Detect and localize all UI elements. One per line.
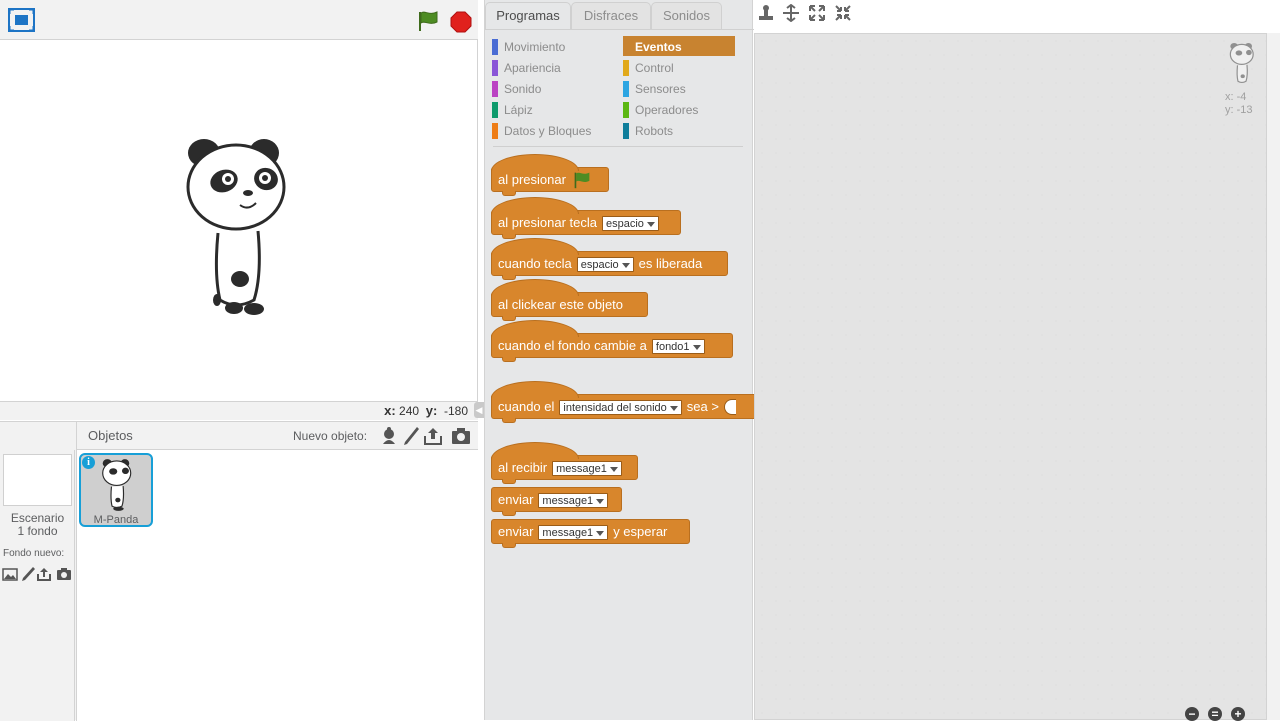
category-robots[interactable]: Robots <box>623 120 733 140</box>
upload-backdrop-icon[interactable] <box>36 566 52 582</box>
category-sound[interactable]: Sonido <box>492 78 602 98</box>
stage-thumbnail[interactable] <box>3 454 72 506</box>
block-when-backdrop-switches[interactable]: cuando el fondo cambie a fondo1 <box>491 320 733 362</box>
message-dropdown[interactable]: message1 <box>538 492 609 508</box>
scripts-area[interactable]: x: -4 y: -13 − = + <box>754 33 1267 721</box>
tab-sounds[interactable]: Sonidos <box>651 2 722 29</box>
category-divider <box>493 146 743 147</box>
block-when-sensor-greater[interactable]: cuando el intensidad del sonido sea > <box>491 381 755 423</box>
block-broadcast-and-wait[interactable]: enviar message1 y esperar <box>491 519 690 548</box>
stage-coordinates-bar: x: 240 y: -180 <box>0 401 478 420</box>
mouse-coordinates: x: 240 y: -180 <box>384 403 468 418</box>
delete-scissors-icon[interactable] <box>782 4 800 22</box>
backdrop-library-icon[interactable] <box>2 566 18 582</box>
paint-sprite-icon[interactable] <box>401 426 421 446</box>
tab-scripts[interactable]: Programas <box>485 2 571 30</box>
category-control[interactable]: Control <box>623 57 733 77</box>
shrink-icon[interactable] <box>834 4 852 22</box>
sensor-dropdown[interactable]: intensidad del sonido <box>559 399 682 415</box>
block-when-i-receive[interactable]: al recibir message1 <box>491 442 638 484</box>
blocks-palette-area: Programas Disfraces Sonidos Movimiento A… <box>484 0 755 720</box>
block-when-flag-clicked[interactable]: al presionar <box>491 154 609 196</box>
block-label: al presionar <box>498 172 566 187</box>
block-when-sprite-clicked[interactable]: al clickear este objeto <box>491 279 648 321</box>
value-input[interactable] <box>723 399 736 415</box>
category-pen[interactable]: Lápiz <box>492 99 602 119</box>
scripts-scrollbar[interactable] <box>1267 33 1280 720</box>
duplicate-stamp-icon[interactable] <box>757 4 775 22</box>
sprite-library-icon[interactable] <box>379 426 399 446</box>
backdrop-dropdown[interactable]: fondo1 <box>651 338 705 354</box>
category-sensing[interactable]: Sensores <box>623 78 733 98</box>
sprite-info-icon[interactable]: i <box>82 456 95 469</box>
y-value: -180 <box>443 404 468 418</box>
new-sprite-label: Nuevo objeto: <box>293 429 368 443</box>
tab-costumes[interactable]: Disfraces <box>571 2 651 29</box>
block-label: al recibir <box>498 460 548 475</box>
panda-sprite-image[interactable] <box>182 135 292 320</box>
x-label: x: <box>384 403 396 418</box>
category-operators[interactable]: Operadores <box>623 99 733 119</box>
block-label: y esperar <box>613 524 668 539</box>
green-flag-icon[interactable] <box>416 10 440 32</box>
current-sprite-thumbnail <box>1229 42 1254 84</box>
tab-divider <box>485 29 754 30</box>
stage-canvas[interactable] <box>0 40 478 401</box>
sprites-list: i M-Panda <box>76 450 478 721</box>
sprite-thumbnail <box>102 459 132 511</box>
paint-backdrop-icon[interactable] <box>20 566 36 582</box>
x-value: 240 <box>399 404 420 418</box>
block-when-key-released[interactable]: cuando tecla espacio es liberada <box>491 238 728 280</box>
block-label: cuando el <box>498 399 555 414</box>
block-label: es liberada <box>638 256 703 271</box>
sprites-header: Objetos Nuevo objeto: <box>76 422 478 450</box>
grow-icon[interactable] <box>808 4 826 22</box>
block-when-key-pressed[interactable]: al presionar tecla espacio <box>491 197 681 239</box>
zoom-reset-icon[interactable]: = <box>1208 707 1222 721</box>
sprite-x-readout: x: -4 <box>1225 91 1247 103</box>
block-label: cuando el fondo cambie a <box>498 338 647 353</box>
category-looks[interactable]: Apariencia <box>492 57 602 77</box>
block-label: enviar <box>498 524 534 539</box>
stage-header <box>0 0 478 40</box>
block-label: sea > <box>686 399 719 414</box>
upload-sprite-icon[interactable] <box>423 426 443 446</box>
message-dropdown[interactable]: message1 <box>538 524 609 540</box>
new-backdrop-label: Fondo nuevo: <box>3 548 65 559</box>
sprite-y-readout: y: -13 <box>1225 104 1253 116</box>
fullscreen-icon[interactable] <box>8 8 35 32</box>
collapse-stage-icon[interactable]: ◀ <box>474 402 484 418</box>
block-label: cuando tecla <box>498 256 572 271</box>
sprite-tile[interactable]: i M-Panda <box>79 453 153 527</box>
block-broadcast[interactable]: enviar message1 <box>491 487 622 516</box>
stop-icon[interactable] <box>450 11 472 33</box>
sprite-name: M-Panda <box>93 514 139 526</box>
camera-sprite-icon[interactable] <box>451 426 471 446</box>
block-label: al clickear este objeto <box>498 297 624 312</box>
message-dropdown[interactable]: message1 <box>552 460 622 476</box>
y-label: y: <box>425 403 438 418</box>
stage-backdrop-count: 1 fondo <box>17 524 58 538</box>
script-toolbar <box>754 0 1280 30</box>
sprite-pane: Escenario 1 fondo Fondo nuevo: Objetos N… <box>0 421 478 721</box>
stage-label: Escenario 1 fondo <box>0 512 75 538</box>
key-dropdown[interactable]: espacio <box>602 215 659 231</box>
zoom-in-icon[interactable]: + <box>1231 707 1245 721</box>
sprites-title: Objetos <box>88 428 133 443</box>
green-flag-icon <box>574 172 590 189</box>
category-events[interactable]: Eventos <box>623 36 735 56</box>
category-data[interactable]: Datos y Bloques <box>492 120 602 140</box>
camera-backdrop-icon[interactable] <box>56 566 72 582</box>
key-dropdown[interactable]: espacio <box>576 256 634 272</box>
block-label: enviar <box>498 492 534 507</box>
category-motion[interactable]: Movimiento <box>492 36 602 56</box>
zoom-out-icon[interactable]: − <box>1185 707 1199 721</box>
block-label: al presionar tecla <box>498 215 597 230</box>
